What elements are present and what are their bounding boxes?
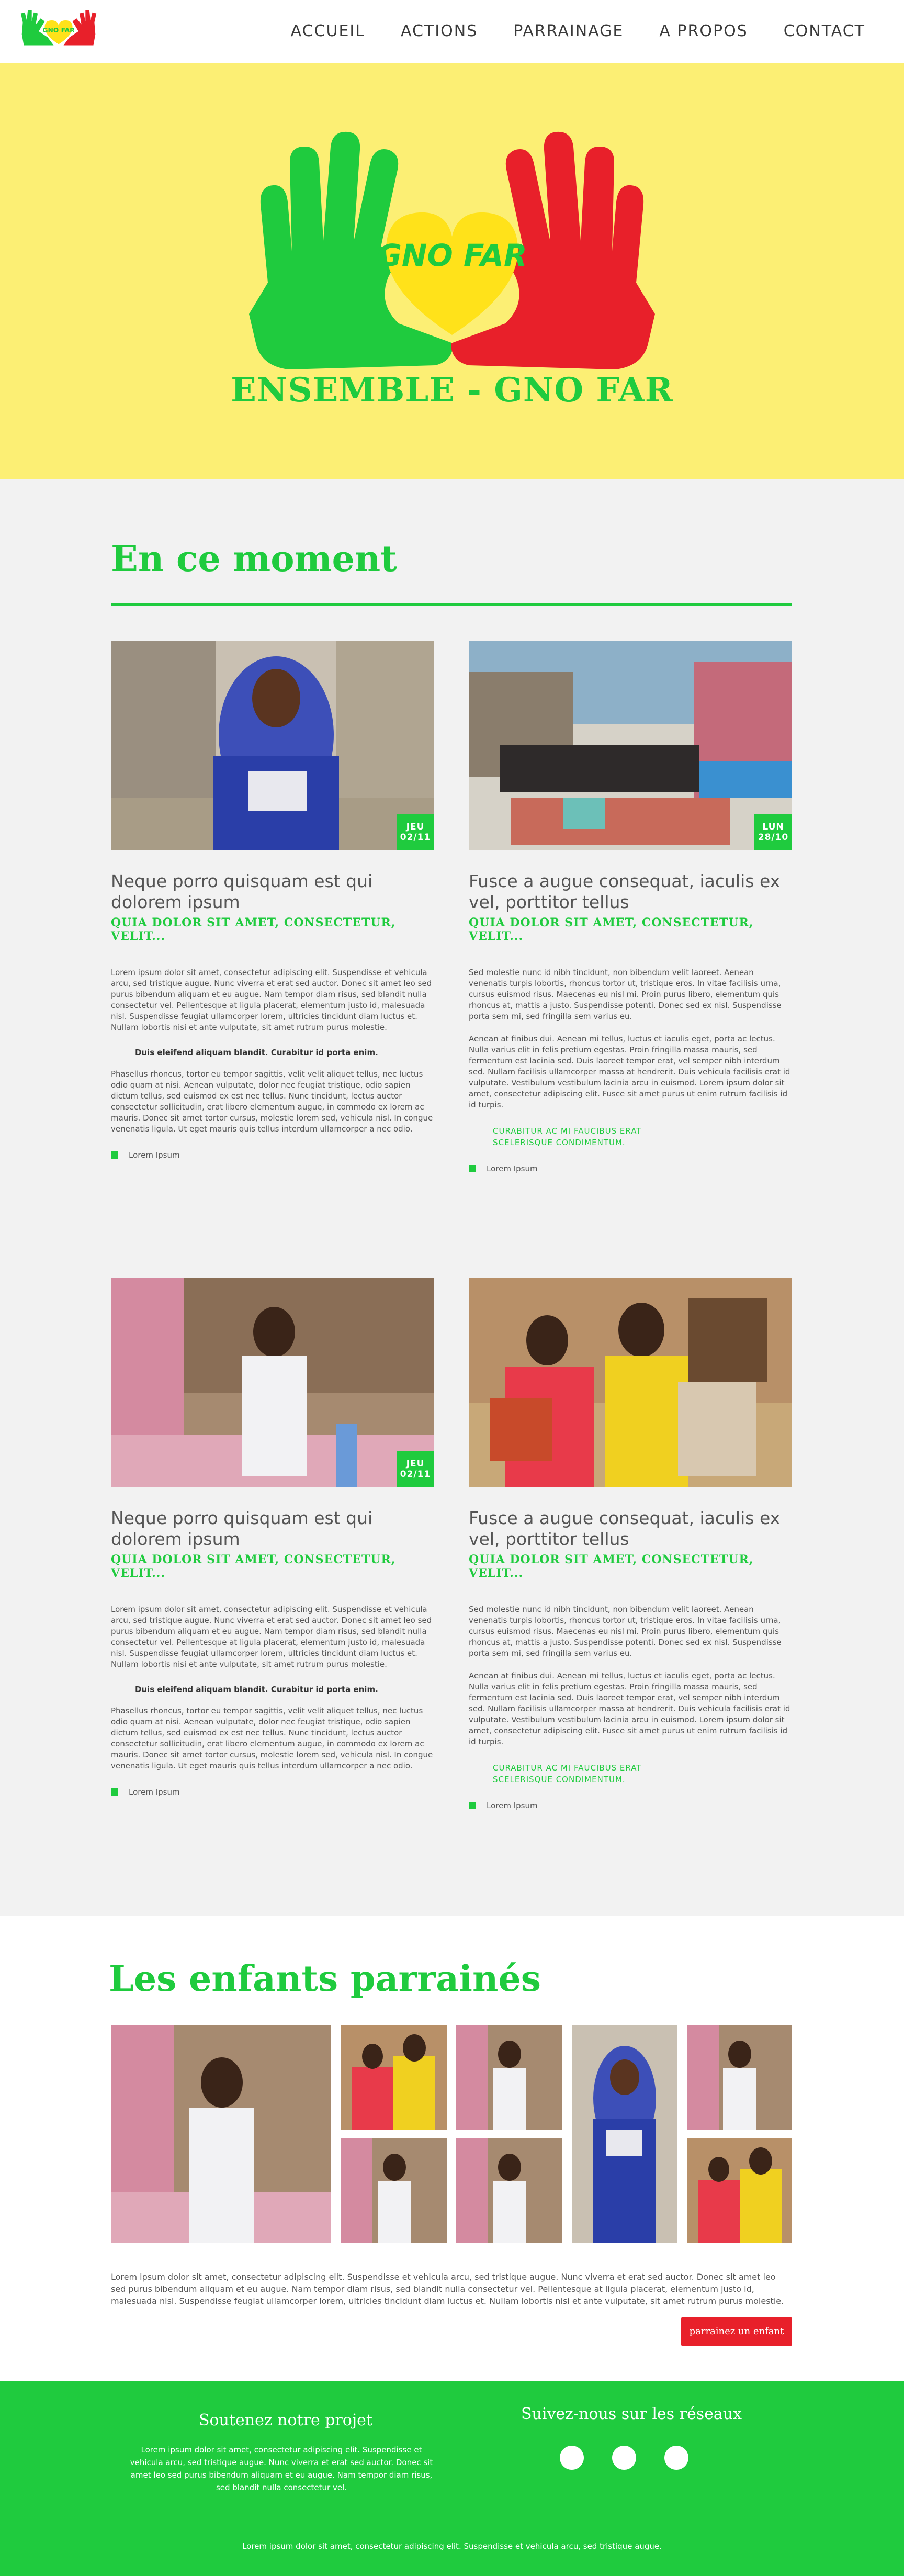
badge-day: JEU xyxy=(406,1459,425,1469)
news-quote: CURABITUR AC MI FAUCIBUS ERAT SCELERISQU… xyxy=(493,1125,792,1148)
quote-line: CURABITUR AC MI FAUCIBUS ERAT xyxy=(493,1763,642,1773)
gnofar-logo[interactable]: GNO FAR xyxy=(19,7,98,52)
menu-a-propos[interactable]: A PROPOS xyxy=(659,21,748,42)
tag-square-icon xyxy=(469,1165,476,1172)
news-tag[interactable]: Lorem Ipsum xyxy=(469,1164,792,1173)
child-photo[interactable] xyxy=(111,2025,331,2243)
news-title[interactable]: Fusce a augue consequat, iaculis ex vel,… xyxy=(469,1508,792,1550)
tag-label: Lorem Ipsum xyxy=(129,1787,180,1797)
social-icon[interactable] xyxy=(560,2446,584,2470)
menu-actions[interactable]: ACTIONS xyxy=(401,21,478,42)
hero-logo: GNO FAR xyxy=(249,131,655,369)
menu-accueil[interactable]: ACCUEIL xyxy=(291,21,365,42)
news-photo[interactable]: JEU 02/11 xyxy=(111,1278,434,1487)
main-menu: ACCUEIL ACTIONS PARRAINAGE A PROPOS CONT… xyxy=(255,21,865,42)
date-badge: JEU 02/11 xyxy=(397,814,434,850)
quote-line: SCELERISQUE CONDIMENTUM. xyxy=(493,1775,626,1784)
quote-line: SCELERISQUE CONDIMENTUM. xyxy=(493,1138,626,1147)
tag-square-icon xyxy=(469,1802,476,1809)
news-section: En ce moment JEU 02/11 Neque porro quisq… xyxy=(0,479,904,1916)
social-icon[interactable] xyxy=(664,2446,688,2470)
news-title[interactable]: Neque porro quisquam est qui dolorem ips… xyxy=(111,871,434,913)
section-title: Les enfants parrainés xyxy=(109,1958,541,2000)
news-kicker: QUIA DOLOR SIT AMET, CONSECTETUR, VELIT.… xyxy=(111,1553,396,1580)
support-title: Soutenez notre projet xyxy=(199,2411,372,2429)
news-kicker: QUIA DOLOR SIT AMET, CONSECTETUR, VELIT.… xyxy=(469,1553,754,1580)
news-card[interactable]: JEU 02/11 Neque porro quisquam est qui d… xyxy=(111,641,434,1160)
child-photo[interactable] xyxy=(341,2025,447,2130)
news-tag[interactable]: Lorem Ipsum xyxy=(111,1150,434,1160)
child-photo[interactable] xyxy=(572,2025,677,2243)
sponsor-child-button[interactable]: parrainez un enfant xyxy=(681,2317,792,2346)
badge-day: JEU xyxy=(406,822,425,832)
badge-date: 02/11 xyxy=(400,1469,431,1480)
news-kicker: QUIA DOLOR SIT AMET, CONSECTETUR, VELIT.… xyxy=(469,916,754,943)
news-card[interactable]: LUN 28/10 Fusce a augue consequat, iacul… xyxy=(469,641,792,1173)
child-photo[interactable] xyxy=(456,2025,562,2130)
tag-square-icon xyxy=(111,1151,118,1159)
footer-bottom-text: Lorem ipsum dolor sit amet, consectetur … xyxy=(242,2541,662,2551)
news-quote: Duis eleifend aliquam blandit. Curabitur… xyxy=(135,1048,378,1057)
footer: Soutenez notre projet Lorem ipsum dolor … xyxy=(0,2381,904,2576)
tag-square-icon xyxy=(111,1788,118,1796)
news-title[interactable]: Fusce a augue consequat, iaculis ex vel,… xyxy=(469,871,792,913)
menu-contact[interactable]: CONTACT xyxy=(784,21,865,42)
date-badge: JEU 02/11 xyxy=(397,1451,434,1487)
child-photo[interactable] xyxy=(687,2025,792,2130)
sponsored-children-section: Les enfants parrainés Lorem ipsum dolor … xyxy=(0,1916,904,2381)
news-card[interactable]: JEU 02/11 Neque porro quisquam est qui d… xyxy=(111,1278,434,1797)
news-quote: Duis eleifend aliquam blandit. Curabitur… xyxy=(135,1685,378,1694)
child-photo[interactable] xyxy=(687,2138,792,2243)
news-paragraph: Phasellus rhoncus, tortor eu tempor sagi… xyxy=(111,1069,433,1134)
children-description: Lorem ipsum dolor sit amet, consectetur … xyxy=(111,2272,784,2306)
hero-title: ENSEMBLE - GNO FAR xyxy=(231,371,673,410)
news-photo[interactable]: JEU 02/11 xyxy=(111,641,434,850)
news-paragraph: Lorem ipsum dolor sit amet, consectetur … xyxy=(111,968,432,1032)
tag-label: Lorem Ipsum xyxy=(487,1164,538,1173)
date-badge: LUN 28/10 xyxy=(754,814,792,850)
news-paragraph: Phasellus rhoncus, tortor eu tempor sagi… xyxy=(111,1706,433,1771)
news-photo[interactable] xyxy=(469,1278,792,1487)
news-paragraph: Sed molestie nunc id nibh tincidunt, non… xyxy=(469,968,782,1021)
svg-text:GNO FAR: GNO FAR xyxy=(377,238,527,273)
news-card[interactable]: Fusce a augue consequat, iaculis ex vel,… xyxy=(469,1278,792,1810)
news-tag[interactable]: Lorem Ipsum xyxy=(111,1787,434,1797)
section-divider xyxy=(111,603,792,606)
yellow-heart-shape xyxy=(386,212,518,335)
news-kicker: QUIA DOLOR SIT AMET, CONSECTETUR, VELIT.… xyxy=(111,916,396,943)
news-photo[interactable]: LUN 28/10 xyxy=(469,641,792,850)
badge-date: 02/11 xyxy=(400,832,431,843)
news-paragraph: Sed molestie nunc id nibh tincidunt, non… xyxy=(469,1605,782,1658)
badge-date: 28/10 xyxy=(758,832,789,843)
news-tag[interactable]: Lorem Ipsum xyxy=(469,1801,792,1810)
news-title[interactable]: Neque porro quisquam est qui dolorem ips… xyxy=(111,1508,434,1550)
news-paragraph: Aenean at finibus dui. Aenean mi tellus,… xyxy=(469,1034,790,1110)
news-paragraph: Lorem ipsum dolor sit amet, consectetur … xyxy=(111,1605,432,1669)
child-photo[interactable] xyxy=(456,2138,562,2243)
support-text: Lorem ipsum dolor sit amet, consectetur … xyxy=(130,2445,433,2492)
svg-text:GNO FAR: GNO FAR xyxy=(42,27,75,34)
social-title: Suivez-nous sur les réseaux xyxy=(521,2405,742,2423)
quote-line: CURABITUR AC MI FAUCIBUS ERAT xyxy=(493,1126,642,1136)
news-paragraph: Aenean at finibus dui. Aenean mi tellus,… xyxy=(469,1671,790,1746)
menu-parrainage[interactable]: PARRAINAGE xyxy=(513,21,624,42)
section-title: En ce moment xyxy=(111,538,397,580)
tag-label: Lorem Ipsum xyxy=(487,1801,538,1810)
hero-banner: GNO FAR ENSEMBLE - GNO FAR xyxy=(0,63,904,479)
news-quote: CURABITUR AC MI FAUCIBUS ERAT SCELERISQU… xyxy=(493,1762,792,1785)
badge-day: LUN xyxy=(762,822,784,832)
child-photo[interactable] xyxy=(341,2138,447,2243)
social-icon[interactable] xyxy=(612,2446,636,2470)
top-navigation: GNO FAR ACCUEIL ACTIONS PARRAINAGE A PRO… xyxy=(0,0,904,63)
tag-label: Lorem Ipsum xyxy=(129,1150,180,1160)
